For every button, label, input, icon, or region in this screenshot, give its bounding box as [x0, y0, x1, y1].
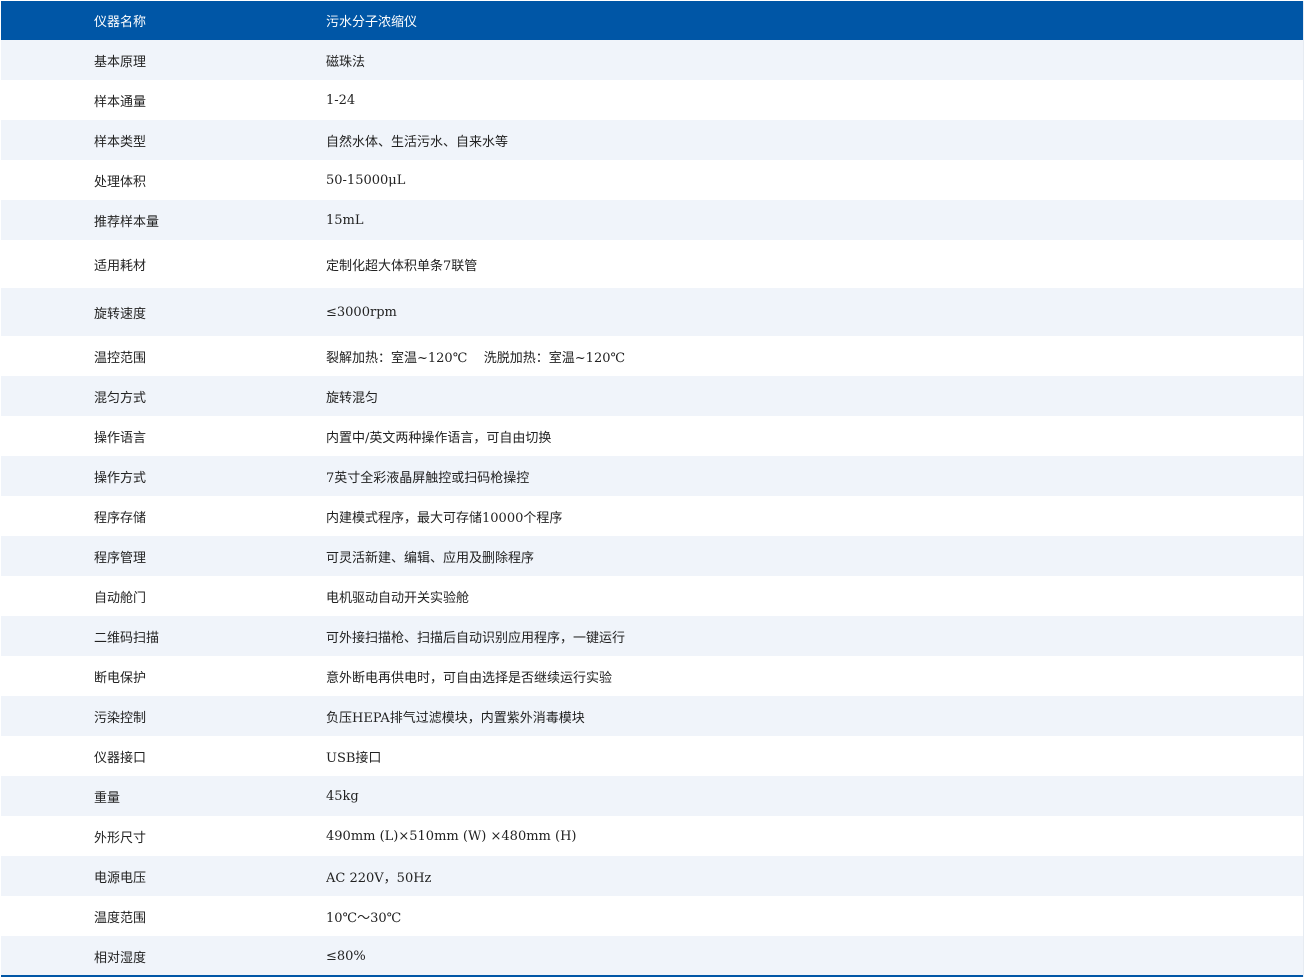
spec-name: 温度范围	[94, 910, 147, 926]
table-row: 程序存储 内建模式程序，最大可存储10000个程序	[1, 496, 1303, 536]
spec-name: 基本原理	[94, 54, 147, 70]
table-row: 操作方式 7英寸全彩液晶屏触控或扫码枪操控	[1, 456, 1303, 496]
table-row: 电源电压 AC 220V，50Hz	[1, 856, 1303, 896]
table-row: 自动舱门 电机驱动自动开关实验舱	[1, 576, 1303, 616]
spec-name: 自动舱门	[94, 590, 147, 606]
spec-value: ≤3000rpm	[326, 304, 397, 320]
table-row: 断电保护 意外断电再供电时，可自由选择是否继续运行实验	[1, 656, 1303, 696]
spec-name: 二维码扫描	[94, 630, 160, 646]
spec-value: 电机驱动自动开关实验舱	[326, 590, 470, 606]
spec-name: 电源电压	[94, 870, 147, 886]
spec-value: 可灵活新建、编辑、应用及删除程序	[326, 550, 535, 566]
spec-value: 50-15000μL	[326, 172, 406, 188]
header-name-cell: 仪器名称	[94, 15, 147, 30]
table-row: 旋转速度 ≤3000rpm	[1, 288, 1303, 336]
spec-name: 适用耗材	[94, 258, 147, 274]
table-row: 温控范围 裂解加热：室温~120℃ 洗脱加热：室温~120℃	[1, 336, 1303, 376]
spec-value: 内置中/英文两种操作语言，可自由切换	[326, 430, 552, 446]
table-row: 污染控制 负压HEPA排气过滤模块，内置紫外消毒模块	[1, 696, 1303, 736]
spec-name: 操作语言	[94, 430, 147, 446]
table-row: 混匀方式 旋转混匀	[1, 376, 1303, 416]
spec-value: 自然水体、生活污水、自来水等	[326, 134, 509, 150]
spec-value: 7英寸全彩液晶屏触控或扫码枪操控	[326, 470, 530, 486]
spec-value: 10℃～30℃	[326, 910, 402, 926]
spec-name: 断电保护	[94, 670, 147, 686]
spec-value: AC 220V，50Hz	[326, 870, 432, 886]
spec-name: 相对湿度	[94, 950, 147, 966]
spec-value: 15mL	[326, 212, 364, 228]
spec-name: 推荐样本量	[94, 214, 160, 230]
table-header-row: 仪器名称 污水分子浓缩仪	[1, 1, 1303, 40]
spec-value: 可外接扫描枪、扫描后自动识别应用程序，一键运行	[326, 630, 626, 646]
spec-value: 490mm (L)×510mm (W) ×480mm (H)	[326, 828, 577, 844]
table-row: 样本类型 自然水体、生活污水、自来水等	[1, 120, 1303, 160]
spec-value: 定制化超大体积单条7联管	[326, 258, 478, 274]
spec-name: 外形尺寸	[94, 830, 147, 846]
spec-name: 旋转速度	[94, 306, 147, 322]
spec-name: 混匀方式	[94, 390, 147, 406]
table-row: 二维码扫描 可外接扫描枪、扫描后自动识别应用程序，一键运行	[1, 616, 1303, 656]
spec-value: 负压HEPA排气过滤模块，内置紫外消毒模块	[326, 710, 585, 726]
table-row: 适用耗材 定制化超大体积单条7联管	[1, 240, 1303, 288]
table-row: 操作语言 内置中/英文两种操作语言，可自由切换	[1, 416, 1303, 456]
spec-value: 旋转混匀	[326, 390, 379, 406]
spec-name: 操作方式	[94, 470, 147, 486]
table-row: 相对湿度 ≤80%	[1, 936, 1303, 976]
spec-value: ≤80%	[326, 948, 366, 964]
table-row: 样本通量 1-24	[1, 80, 1303, 120]
table-row: 基本原理 磁珠法	[1, 40, 1303, 80]
spec-value: 磁珠法	[326, 54, 366, 70]
spec-value: 裂解加热：室温~120℃ 洗脱加热：室温~120℃	[326, 350, 626, 366]
header-value-cell: 污水分子浓缩仪	[326, 15, 418, 30]
spec-name: 样本类型	[94, 134, 147, 150]
table-row: 程序管理 可灵活新建、编辑、应用及删除程序	[1, 536, 1303, 576]
table-row: 重量 45kg	[1, 776, 1303, 816]
spec-name: 处理体积	[94, 174, 147, 190]
spec-value: USB接口	[326, 750, 382, 766]
table-bottom-rule	[1, 975, 1303, 977]
table-row: 外形尺寸 490mm (L)×510mm (W) ×480mm (H)	[1, 816, 1303, 856]
table-row: 仪器接口 USB接口	[1, 736, 1303, 776]
spec-name: 程序管理	[94, 550, 147, 566]
spec-value: 45kg	[326, 788, 359, 804]
spec-value: 内建模式程序，最大可存储10000个程序	[326, 510, 563, 526]
spec-name: 程序存储	[94, 510, 147, 526]
spec-name: 样本通量	[94, 94, 147, 110]
spec-name: 仪器接口	[94, 750, 147, 766]
table-row: 处理体积 50-15000μL	[1, 160, 1303, 200]
table-row: 温度范围 10℃～30℃	[1, 896, 1303, 936]
table-row: 推荐样本量 15mL	[1, 200, 1303, 240]
spec-table: 仪器名称 污水分子浓缩仪 基本原理 磁珠法 样本通量 1-24 样本类型 自然水…	[1, 1, 1303, 976]
spec-value: 1-24	[326, 92, 356, 108]
spec-name: 温控范围	[94, 350, 147, 366]
spec-name: 污染控制	[94, 710, 147, 726]
table-right-rule	[1303, 1, 1304, 977]
spec-name: 重量	[94, 790, 121, 806]
spec-value: 意外断电再供电时，可自由选择是否继续运行实验	[326, 670, 613, 686]
